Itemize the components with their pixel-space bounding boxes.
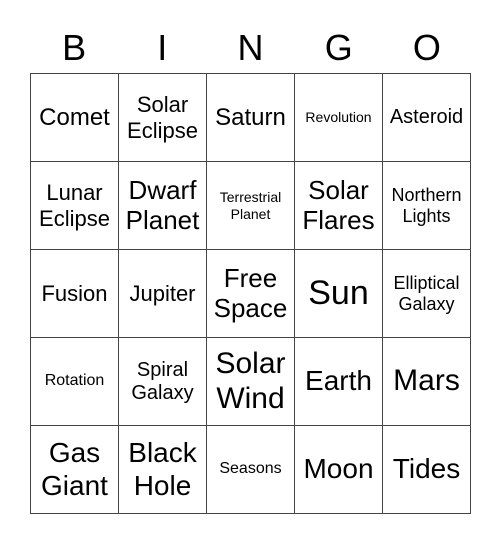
bingo-cell[interactable]: Saturn bbox=[207, 74, 295, 162]
bingo-cell[interactable]: Revolution bbox=[295, 74, 383, 162]
bingo-cell[interactable]: Solar Eclipse bbox=[119, 74, 207, 162]
bingo-cell[interactable]: Lunar Eclipse bbox=[31, 162, 119, 250]
bingo-cell[interactable]: Fusion bbox=[31, 250, 119, 338]
bingo-cell[interactable]: Mars bbox=[383, 338, 471, 426]
free-space-cell[interactable]: Free Space bbox=[207, 250, 295, 338]
bingo-cell[interactable]: Black Hole bbox=[119, 426, 207, 514]
header-letter-b: B bbox=[62, 27, 87, 68]
bingo-cell[interactable]: Gas Giant bbox=[31, 426, 119, 514]
bingo-cell[interactable]: Tides bbox=[383, 426, 471, 514]
bingo-cell[interactable]: Solar Flares bbox=[295, 162, 383, 250]
bingo-cell[interactable]: Earth bbox=[295, 338, 383, 426]
bingo-cell[interactable]: Moon bbox=[295, 426, 383, 514]
bingo-cell[interactable]: Sun bbox=[295, 250, 383, 338]
header-letter-i: I bbox=[157, 27, 168, 68]
bingo-cell[interactable]: Rotation bbox=[31, 338, 119, 426]
header-letter-g: G bbox=[324, 27, 353, 68]
bingo-cell[interactable]: Solar Wind bbox=[207, 338, 295, 426]
header-letter-n: N bbox=[237, 27, 264, 68]
bingo-cell[interactable]: Spiral Galaxy bbox=[119, 338, 207, 426]
bingo-cell[interactable]: Comet bbox=[31, 74, 119, 162]
bingo-cell[interactable]: Dwarf Planet bbox=[119, 162, 207, 250]
bingo-cell[interactable]: Asteroid bbox=[383, 74, 471, 162]
header-letter-o: O bbox=[412, 27, 441, 68]
bingo-cell[interactable]: Jupiter bbox=[119, 250, 207, 338]
bingo-cell[interactable]: Terrestrial Planet bbox=[207, 162, 295, 250]
bingo-cell[interactable]: Elliptical Galaxy bbox=[383, 250, 471, 338]
bingo-cell[interactable]: Seasons bbox=[207, 426, 295, 514]
bingo-cell[interactable]: Northern Lights bbox=[383, 162, 471, 250]
bingo-header: B I N G O bbox=[30, 26, 471, 70]
bingo-card-grid: Comet Solar Eclipse Saturn Revolution As… bbox=[30, 73, 471, 514]
